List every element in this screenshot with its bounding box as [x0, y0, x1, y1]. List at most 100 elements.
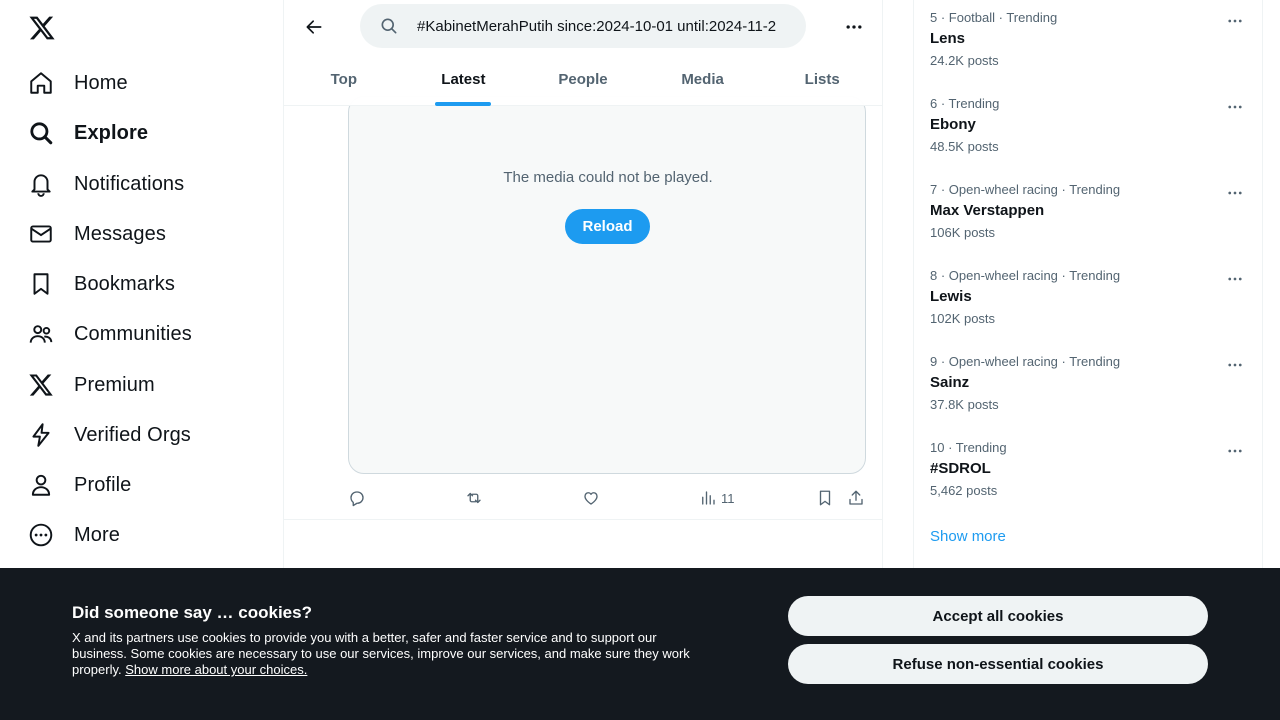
ellipsis-icon[interactable]	[1222, 266, 1248, 292]
lightning-icon	[28, 422, 54, 448]
ellipsis-icon	[844, 17, 864, 37]
repost-icon	[465, 489, 483, 507]
tab-media-label: Media	[681, 71, 724, 88]
cookie-title: Did someone say … cookies?	[72, 603, 312, 622]
tab-latest[interactable]: Latest	[404, 53, 524, 106]
search-tabs: Top Latest People Media Lists	[284, 53, 882, 106]
search-header: #KabinetMerahPutih since:2024-10-01 unti…	[284, 0, 882, 106]
nav-more[interactable]: More	[28, 515, 120, 555]
tab-lists[interactable]: Lists	[762, 53, 882, 106]
trend-name: #SDROL	[930, 460, 991, 477]
bookmark-icon	[816, 489, 834, 507]
trend-item[interactable]: 6 · Trending Ebony 48.5K posts	[914, 86, 1262, 172]
bookmark-button[interactable]	[816, 486, 834, 510]
views-button[interactable]: 11	[699, 486, 735, 510]
cookie-banner: Did someone say … cookies? X and its par…	[0, 568, 1280, 720]
trend-count: 48.5K posts	[930, 139, 999, 154]
bookmark-icon	[28, 271, 54, 297]
trend-item[interactable]: 8 · Open-wheel racing · Trending Lewis 1…	[914, 258, 1262, 344]
nav-profile-label: Profile	[74, 473, 132, 496]
nav-messages[interactable]: Messages	[28, 214, 166, 254]
trend-item[interactable]: 7 · Open-wheel racing · Trending Max Ver…	[914, 172, 1262, 258]
reply-icon	[348, 489, 366, 507]
nav-profile[interactable]: Profile	[28, 465, 131, 505]
heart-icon	[582, 489, 600, 507]
ellipsis-icon[interactable]	[1222, 180, 1248, 206]
nav-communities[interactable]: Communities	[28, 314, 192, 354]
envelope-icon	[28, 221, 54, 247]
tab-top-label: Top	[330, 71, 357, 88]
trend-item[interactable]: 10 · Trending #SDROL 5,462 posts	[914, 430, 1262, 516]
share-button[interactable]	[847, 486, 865, 510]
nav-verified-orgs-label: Verified Orgs	[74, 423, 191, 446]
tab-latest-label: Latest	[441, 71, 486, 88]
views-count: 11	[721, 490, 735, 506]
accept-cookies-button[interactable]: Accept all cookies	[788, 596, 1208, 636]
search-icon	[379, 16, 399, 36]
media-error-message: The media could not be played.	[503, 169, 713, 186]
trend-meta: 9 · Open-wheel racing · Trending	[930, 354, 1121, 369]
nav-explore-label: Explore	[74, 121, 149, 144]
analytics-icon	[699, 489, 717, 507]
search-query[interactable]: #KabinetMerahPutih since:2024-10-01 unti…	[417, 18, 794, 35]
person-icon	[28, 472, 54, 498]
trends-panel: 5 · Football · Trending Lens 24.2K posts…	[913, 0, 1263, 590]
refuse-cookies-button[interactable]: Refuse non-essential cookies	[788, 644, 1208, 684]
trend-name: Lens	[930, 30, 966, 47]
trend-name: Sainz	[930, 374, 970, 391]
tab-top[interactable]: Top	[284, 53, 404, 106]
media-container: The media could not be played. Reload	[348, 96, 866, 474]
tweet[interactable]: The media could not be played. Reload 11	[284, 96, 882, 520]
ellipsis-icon[interactable]	[1222, 438, 1248, 464]
active-tab-indicator	[435, 102, 492, 106]
share-icon	[847, 489, 865, 507]
reload-button[interactable]: Reload	[565, 209, 650, 244]
tab-people-label: People	[558, 71, 608, 88]
nav-bookmarks[interactable]: Bookmarks	[28, 264, 175, 304]
nav-more-label: More	[74, 523, 120, 546]
repost-button[interactable]	[465, 486, 483, 510]
tweet-actions: 11	[348, 486, 866, 510]
bell-icon	[28, 171, 54, 197]
trend-meta: 7 · Open-wheel racing · Trending	[930, 182, 1121, 197]
ellipsis-icon[interactable]	[1222, 94, 1248, 120]
nav-notifications[interactable]: Notifications	[28, 164, 184, 204]
show-more-link[interactable]: Show more	[930, 528, 1006, 545]
trend-count: 37.8K posts	[930, 397, 999, 412]
tab-lists-label: Lists	[804, 71, 840, 88]
tab-media[interactable]: Media	[643, 53, 763, 106]
trend-item[interactable]: 5 · Football · Trending Lens 24.2K posts	[914, 0, 1262, 86]
ellipsis-icon[interactable]	[1222, 8, 1248, 34]
trend-meta: 10 · Trending	[930, 440, 1007, 455]
nav-bookmarks-label: Bookmarks	[74, 272, 175, 295]
x-logo-icon	[28, 372, 54, 398]
nav-messages-label: Messages	[74, 222, 166, 245]
nav-verified-orgs[interactable]: Verified Orgs	[28, 415, 191, 455]
nav-premium[interactable]: Premium	[28, 365, 155, 405]
search-icon	[28, 120, 54, 146]
nav-explore[interactable]: Explore	[28, 113, 148, 153]
cookie-choices-link[interactable]: Show more about your choices.	[125, 662, 307, 677]
nav-home[interactable]: Home	[28, 63, 128, 103]
tab-people[interactable]: People	[523, 53, 643, 106]
trend-name: Ebony	[930, 116, 976, 133]
nav-home-label: Home	[74, 71, 128, 94]
trend-count: 102K posts	[930, 311, 996, 326]
x-logo-icon[interactable]	[28, 14, 56, 42]
back-button[interactable]	[296, 9, 332, 45]
trend-item[interactable]: 9 · Open-wheel racing · Trending Sainz 3…	[914, 344, 1262, 430]
home-icon	[28, 70, 54, 96]
trend-name: Max Verstappen	[930, 202, 1045, 219]
ellipsis-icon[interactable]	[1222, 352, 1248, 378]
cookie-text: X and its partners use cookies to provid…	[72, 630, 712, 678]
trend-count: 106K posts	[930, 225, 996, 240]
arrow-left-icon	[304, 17, 324, 37]
like-button[interactable]	[582, 486, 600, 510]
trend-name: Lewis	[930, 288, 972, 305]
more-circle-icon	[28, 522, 54, 548]
trend-meta: 8 · Open-wheel racing · Trending	[930, 268, 1121, 283]
nav-premium-label: Premium	[74, 373, 155, 396]
search-more-button[interactable]	[836, 9, 872, 45]
reply-button[interactable]	[348, 486, 366, 510]
search-input[interactable]: #KabinetMerahPutih since:2024-10-01 unti…	[360, 4, 806, 48]
